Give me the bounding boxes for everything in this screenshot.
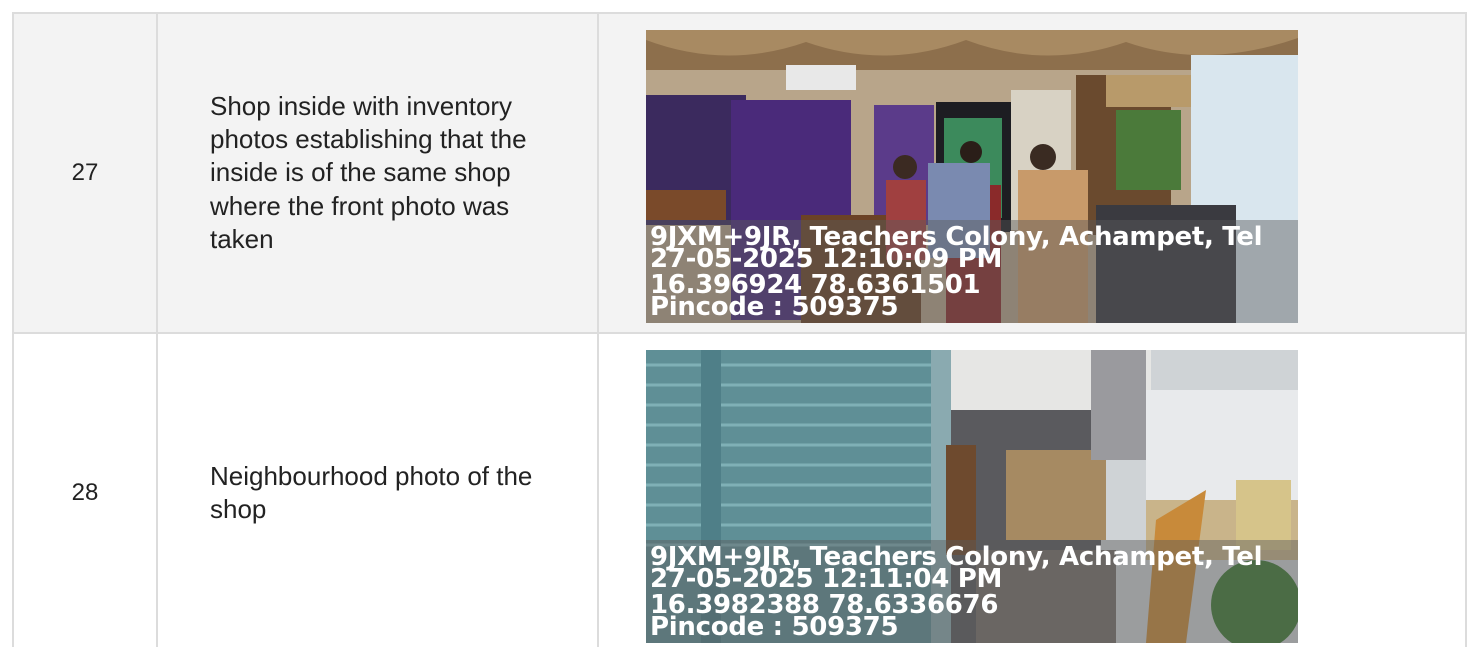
geo-stamp: 9JXM+9JR, Teachers Colony, Achampet, Tel… — [646, 540, 1298, 643]
neighbourhood-photo: 9JXM+9JR, Teachers Colony, Achampet, Tel… — [646, 350, 1298, 643]
stamp-pincode: Pincode : 509375 — [650, 292, 899, 322]
table-row: 28 Neighbourhood photo of the shop 9JXM+… — [12, 332, 1467, 647]
stamp-pincode: Pincode : 509375 — [650, 612, 899, 642]
row-description: Shop inside with inventory photos establ… — [156, 12, 599, 334]
description-text: Neighbourhood photo of the shop — [210, 460, 533, 524]
row-number: 28 — [12, 332, 158, 647]
stamp-datetime: 27-05-2025 12:10:09 PM — [650, 244, 1003, 274]
row-description: Neighbourhood photo of the shop — [156, 332, 599, 647]
stamp-datetime: 27-05-2025 12:11:04 PM — [650, 564, 1003, 594]
evidence-table: 27 Shop inside with inventory photos est… — [12, 12, 1467, 647]
description-text: Shop inside with inventory photos establ… — [210, 91, 527, 254]
shop-interior-photo: 9JXM+9JR, Teachers Colony, Achampet, Tel… — [646, 30, 1298, 323]
geo-stamp: 9JXM+9JR, Teachers Colony, Achampet, Tel… — [646, 220, 1298, 323]
photo-cell: 9JXM+9JR, Teachers Colony, Achampet, Tel… — [597, 332, 1467, 647]
table-row: 27 Shop inside with inventory photos est… — [12, 12, 1467, 334]
row-number: 27 — [12, 12, 158, 334]
document-page: 27 Shop inside with inventory photos est… — [0, 0, 1467, 647]
photo-cell: 9JXM+9JR, Teachers Colony, Achampet, Tel… — [597, 12, 1467, 334]
